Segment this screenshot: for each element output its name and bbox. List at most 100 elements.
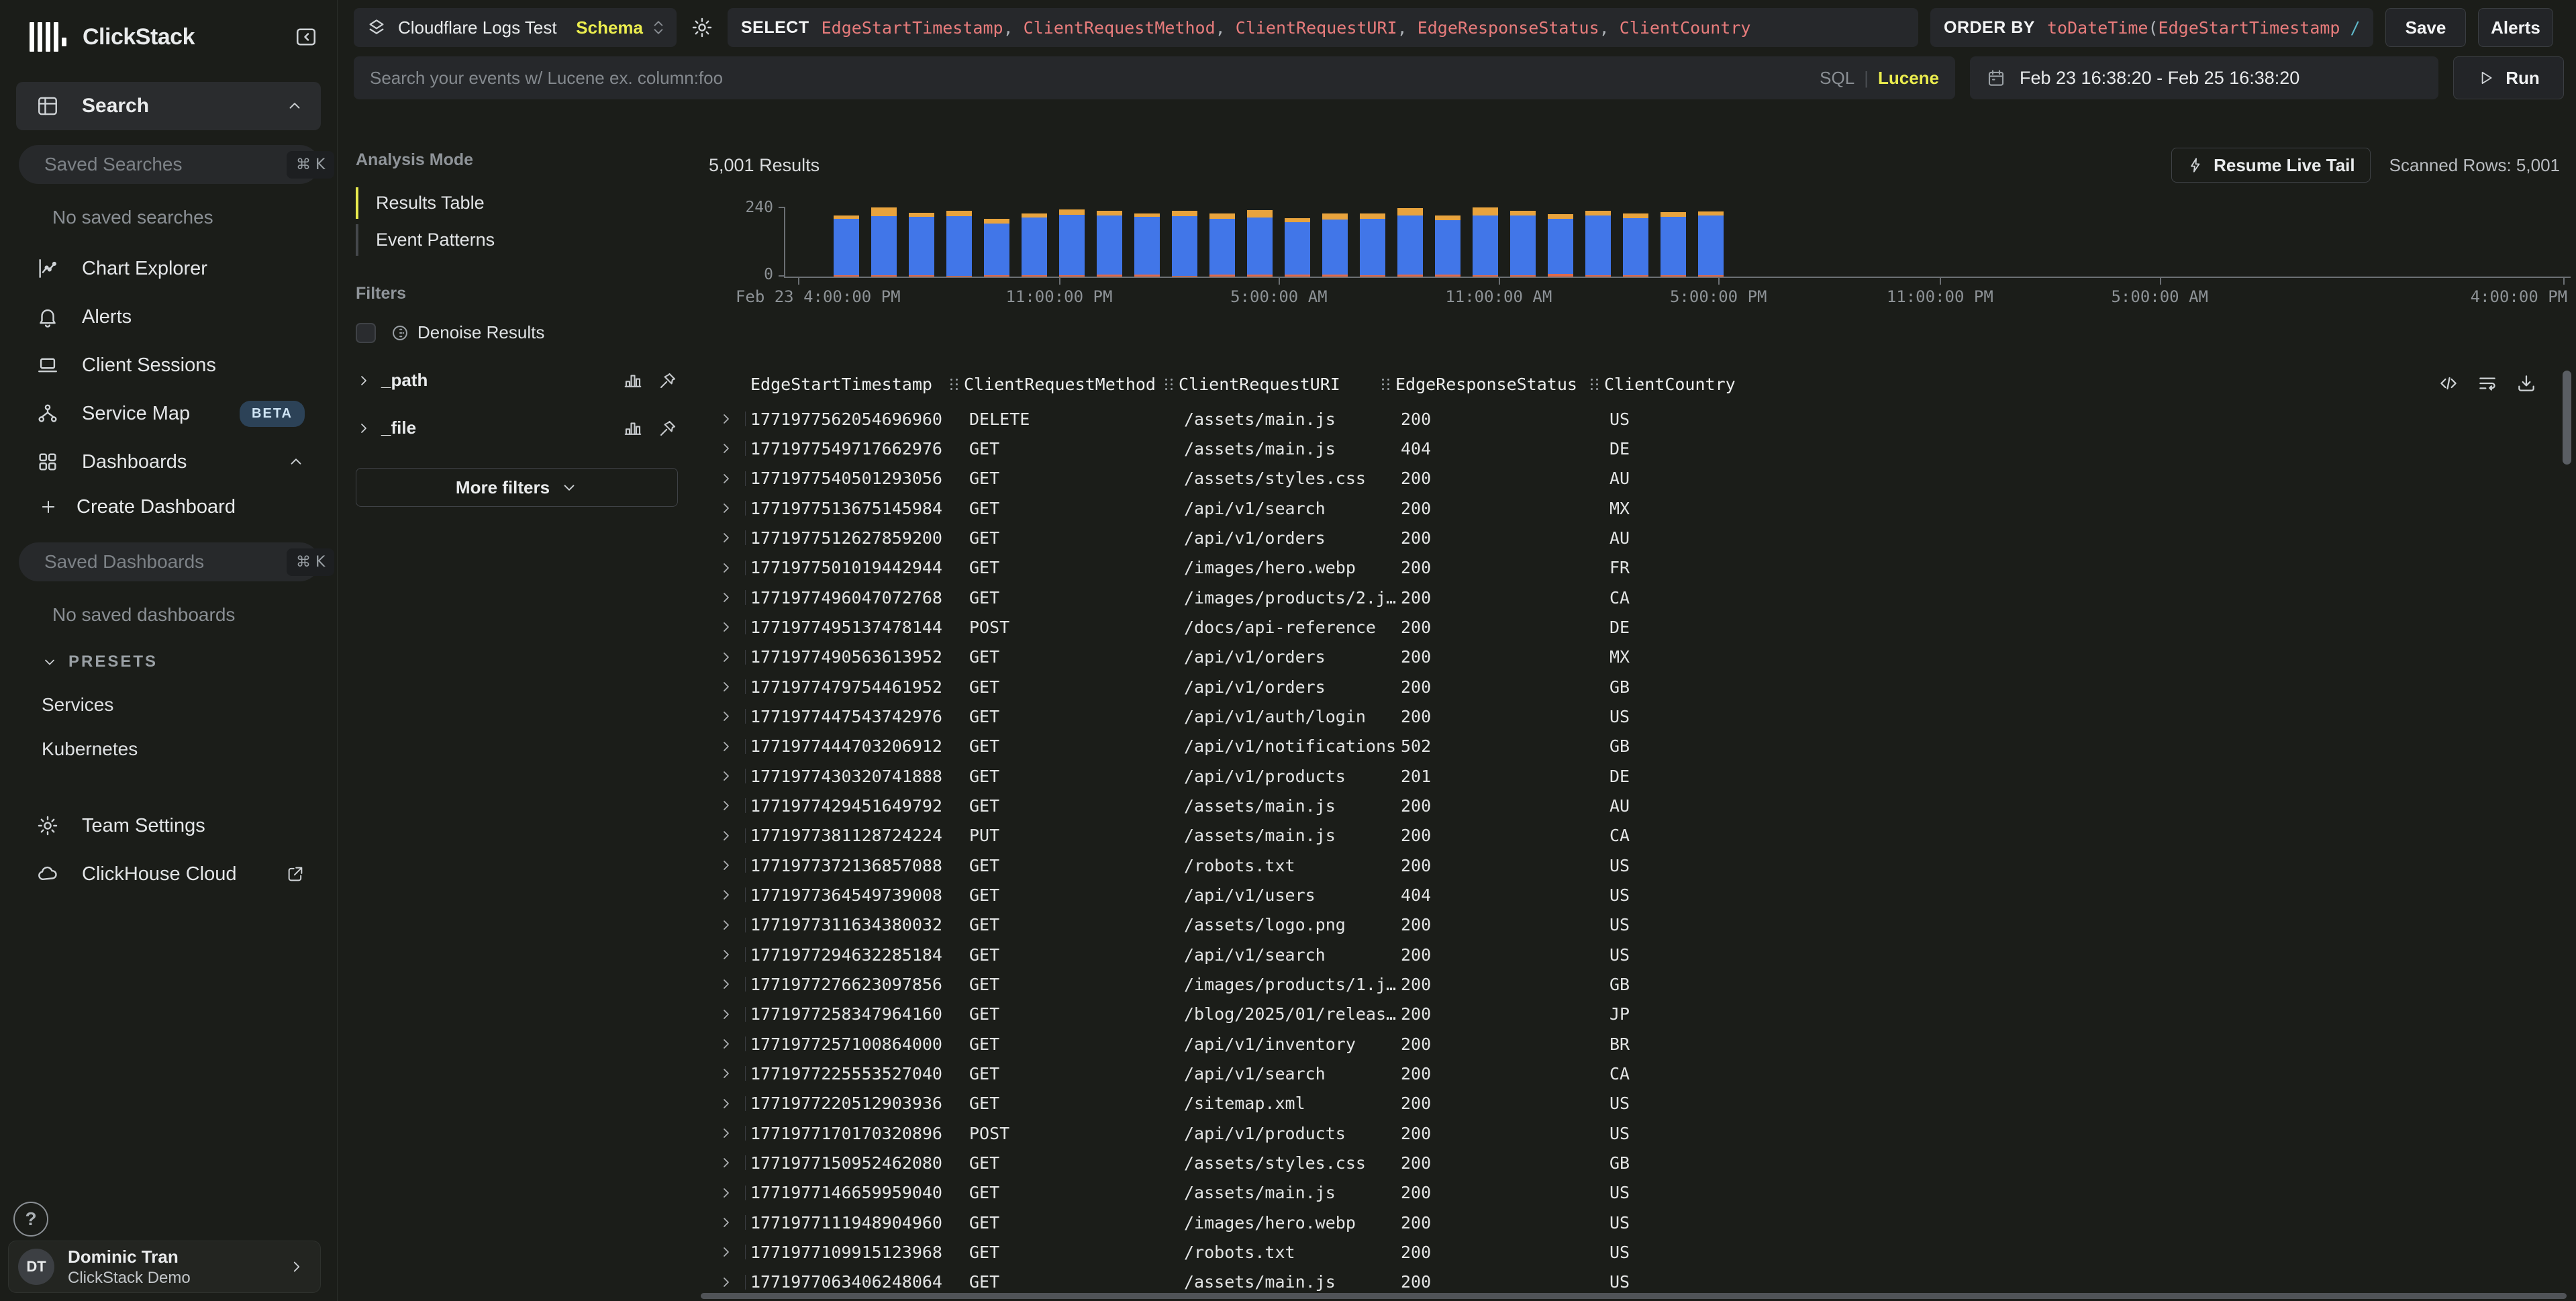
time-range-picker[interactable]: Feb 23 16:38:20 - Feb 25 16:38:20 [1970, 56, 2438, 99]
table-row[interactable]: 1771977225553527040GET/api/v1/search200C… [709, 1059, 2576, 1088]
expand-row-icon[interactable] [718, 560, 734, 576]
table-row[interactable]: 1771977512627859200GET/api/v1/orders200A… [709, 523, 2576, 552]
table-row[interactable]: 1771977540501293056GET/assets/styles.css… [709, 464, 2576, 493]
table-row[interactable]: 1771977429451649792GET/assets/main.js200… [709, 791, 2576, 820]
saved-searches-search[interactable]: ⌘ K [19, 145, 319, 184]
create-dashboard-button[interactable]: Create Dashboard [15, 486, 322, 528]
histogram-bar[interactable] [1510, 211, 1536, 277]
histogram-bar[interactable] [1322, 213, 1348, 277]
expand-row-icon[interactable] [718, 1036, 734, 1052]
field-chart-icon[interactable] [623, 418, 643, 438]
expand-row-icon[interactable] [718, 917, 734, 933]
column-header-edgeresponsestatus[interactable]: EdgeResponseStatus [1378, 375, 1587, 394]
table-row[interactable]: 1771977501019442944GET/images/hero.webp2… [709, 553, 2576, 583]
expand-row-icon[interactable] [718, 1006, 734, 1022]
select-clause-editor[interactable]: SELECT EdgeStartTimestamp, ClientRequest… [728, 8, 1918, 47]
sidebar-item-service-map[interactable]: Service Map BETA [15, 389, 322, 438]
histogram-bar[interactable] [1059, 209, 1085, 277]
column-header-clientrequesturi[interactable]: ClientRequestURI [1161, 375, 1378, 394]
collapse-sidebar-icon[interactable] [294, 25, 318, 49]
table-row[interactable]: 1771977479754461952GET/api/v1/orders200G… [709, 672, 2576, 702]
saved-searches-input[interactable] [44, 154, 287, 175]
histogram-bar[interactable] [946, 211, 972, 277]
expand-row-icon[interactable] [718, 530, 734, 546]
table-row[interactable]: 1771977170170320896POST/api/v1/products2… [709, 1118, 2576, 1148]
saved-dashboards-input[interactable] [44, 551, 287, 573]
expand-row-icon[interactable] [718, 1185, 734, 1201]
filter-field-path[interactable]: _path [356, 370, 678, 391]
event-search-input[interactable] [370, 68, 1820, 89]
user-menu[interactable]: DT Dominic Tran ClickStack Demo [8, 1241, 321, 1293]
preset-item-services[interactable]: Services [42, 694, 322, 716]
filter-field-file[interactable]: _file [356, 418, 678, 438]
table-row[interactable]: 1771977294632285184GET/api/v1/search200U… [709, 940, 2576, 969]
field-chart-icon[interactable] [623, 371, 643, 391]
histogram-bar[interactable] [834, 215, 859, 277]
table-row[interactable]: 1771977311634380032GET/assets/logo.png20… [709, 910, 2576, 940]
expand-row-icon[interactable] [718, 828, 734, 844]
expand-row-icon[interactable] [718, 708, 734, 724]
table-row[interactable]: 1771977372136857088GET/robots.txt200US [709, 851, 2576, 880]
view-source-icon[interactable] [2438, 373, 2459, 394]
table-row[interactable]: 1771977381128724224PUT/assets/main.js200… [709, 821, 2576, 851]
field-pin-icon[interactable] [658, 418, 678, 438]
expand-row-icon[interactable] [718, 947, 734, 963]
results-histogram[interactable]: 240 0 Feb 23 4:00:00 PM11:00:00 PM5:00:0… [709, 201, 2571, 309]
expand-row-icon[interactable] [718, 1214, 734, 1231]
histogram-bar[interactable] [1623, 213, 1648, 277]
orderby-clause-editor[interactable]: ORDER BY toDateTime(EdgeStartTimestamp / [1930, 8, 2373, 47]
source-selector[interactable]: Cloudflare Logs Test Schema [354, 8, 677, 47]
histogram-bar[interactable] [1209, 213, 1235, 277]
drag-handle-icon[interactable] [949, 377, 958, 391]
expand-row-icon[interactable] [718, 1274, 734, 1290]
run-button[interactable]: Run [2453, 56, 2564, 99]
expand-row-icon[interactable] [718, 411, 734, 427]
horizontal-scrollbar[interactable] [701, 1293, 2567, 1299]
histogram-bar[interactable] [1134, 213, 1160, 277]
mode-results-table[interactable]: Results Table [356, 185, 678, 222]
expand-row-icon[interactable] [718, 649, 734, 665]
table-row[interactable]: 1771977430320741888GET/api/v1/products20… [709, 761, 2576, 791]
expand-row-icon[interactable] [718, 679, 734, 695]
table-row[interactable]: 1771977495137478144POST/docs/api-referen… [709, 612, 2576, 642]
table-row[interactable]: 1771977496047072768GET/images/products/2… [709, 583, 2576, 612]
histogram-bar[interactable] [1247, 210, 1273, 277]
save-button[interactable]: Save [2385, 8, 2466, 47]
language-toggle-lucene[interactable]: Lucene [1878, 68, 1939, 89]
sidebar-item-client-sessions[interactable]: Client Sessions [15, 341, 322, 389]
table-row[interactable]: 1771977276623097856GET/images/products/1… [709, 969, 2576, 999]
expand-row-icon[interactable] [718, 619, 734, 635]
expand-row-icon[interactable] [718, 1096, 734, 1112]
source-settings-button[interactable] [689, 16, 715, 39]
mode-event-patterns[interactable]: Event Patterns [356, 222, 678, 258]
event-search-box[interactable]: SQL | Lucene [354, 56, 1955, 99]
expand-row-icon[interactable] [718, 887, 734, 903]
histogram-bar[interactable] [1473, 207, 1498, 277]
table-row[interactable]: 1771977150952462080GET/assets/styles.css… [709, 1148, 2576, 1177]
histogram-bar[interactable] [1548, 214, 1573, 277]
histogram-bar[interactable] [909, 213, 934, 277]
column-header-edgestarttimestamp[interactable]: EdgeStartTimestamp [746, 375, 946, 394]
table-row[interactable]: 1771977490563613952GET/api/v1/orders200M… [709, 642, 2576, 672]
table-row[interactable]: 1771977146659959040GET/assets/main.js200… [709, 1178, 2576, 1208]
denoise-checkbox[interactable] [356, 323, 376, 343]
expand-row-icon[interactable] [718, 440, 734, 456]
sidebar-item-clickhouse-cloud[interactable]: ClickHouse Cloud [15, 850, 322, 898]
vertical-scrollbar[interactable] [2563, 371, 2571, 465]
expand-row-icon[interactable] [718, 976, 734, 992]
resume-live-tail-button[interactable]: Resume Live Tail [2171, 148, 2371, 183]
column-header-clientrequestmethod[interactable]: ClientRequestMethod [946, 375, 1161, 394]
histogram-bar[interactable] [871, 207, 897, 277]
table-row[interactable]: 1771977257100864000GET/api/v1/inventory2… [709, 1029, 2576, 1059]
language-toggle-sql[interactable]: SQL [1820, 68, 1854, 89]
histogram-bar[interactable] [1285, 218, 1310, 277]
wrap-text-icon[interactable] [2477, 373, 2498, 394]
drag-handle-icon[interactable] [1589, 377, 1599, 391]
histogram-bar[interactable] [1435, 215, 1460, 277]
sidebar-item-dashboards[interactable]: Dashboards [15, 438, 322, 486]
drag-handle-icon[interactable] [1164, 377, 1173, 391]
histogram-bar[interactable] [1022, 213, 1047, 277]
histogram-bar[interactable] [984, 219, 1009, 277]
histogram-bar[interactable] [1698, 211, 1724, 277]
table-row[interactable]: 1771977109915123968GET/robots.txt200US [709, 1237, 2576, 1267]
